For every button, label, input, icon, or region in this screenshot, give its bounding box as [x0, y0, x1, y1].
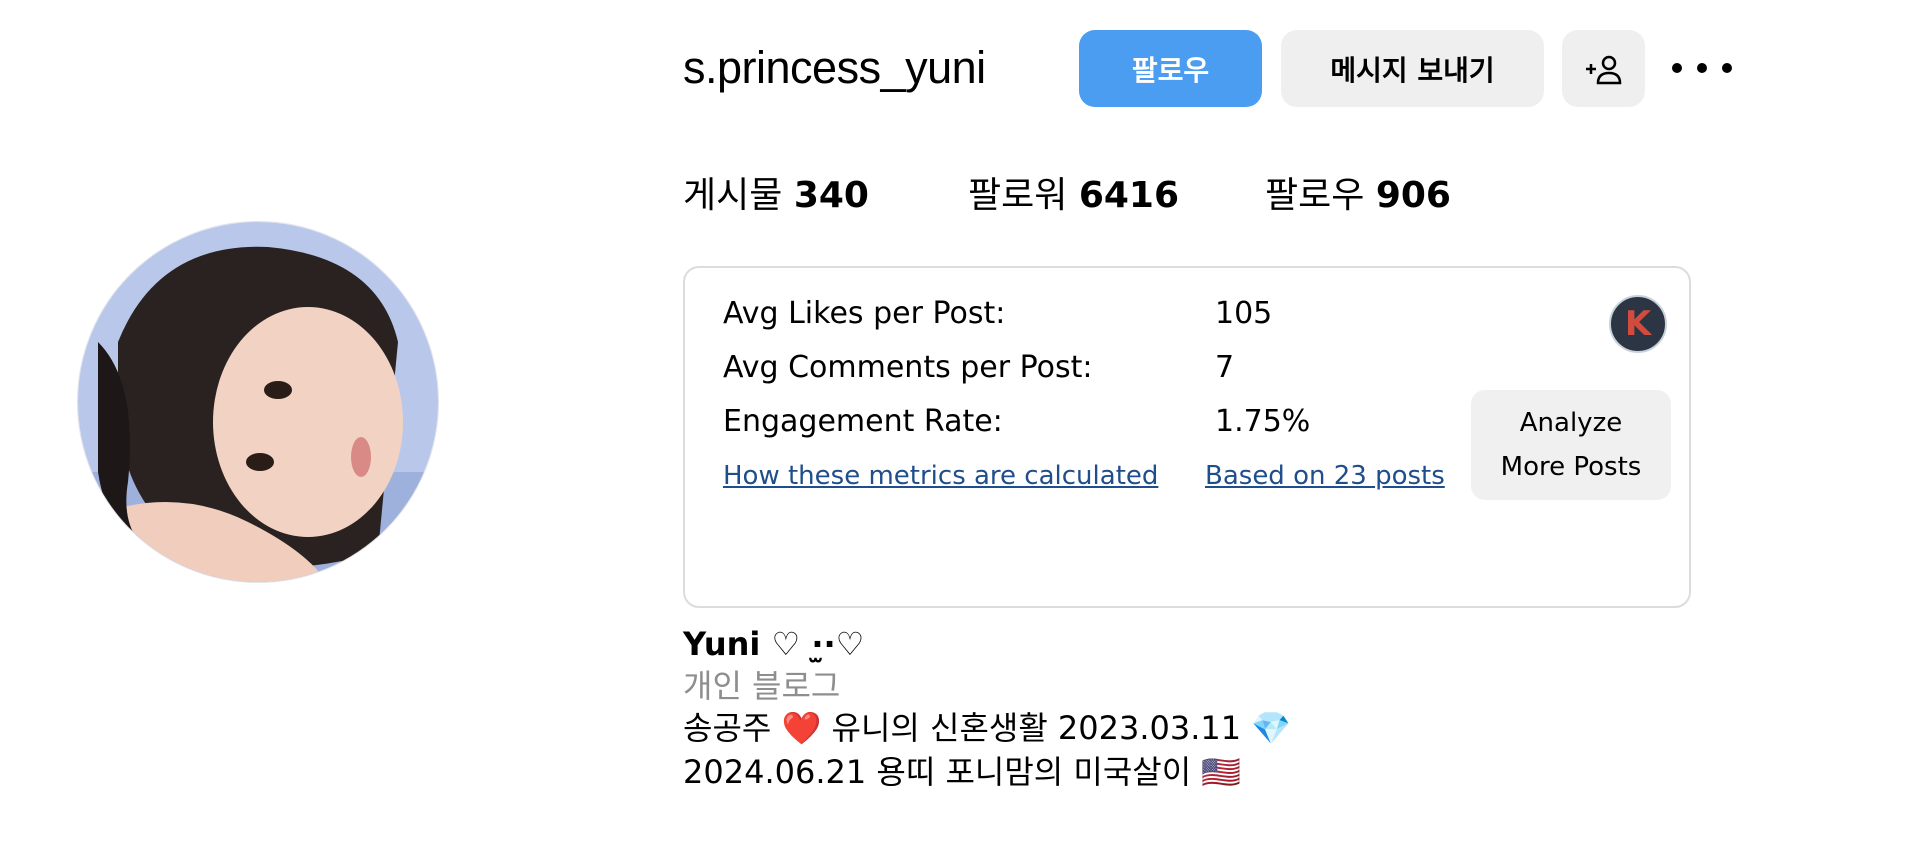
profile-username: s.princess_yuni: [683, 42, 986, 93]
followers-stat[interactable]: 팔로워 6416: [968, 172, 1179, 220]
extension-logo-icon[interactable]: K: [1609, 295, 1667, 353]
avg-likes-value: 105: [1215, 296, 1273, 331]
avg-comments-value: 7: [1215, 350, 1235, 385]
posts-stat: 게시물 340: [683, 172, 869, 220]
person-plus-icon: [1585, 55, 1621, 84]
metrics-explanation-link[interactable]: How these metrics are calculated: [723, 458, 1158, 494]
analyze-more-posts-button[interactable]: Analyze More Posts: [1471, 390, 1671, 500]
analyze-label-line2: More Posts: [1500, 452, 1642, 482]
posts-count: 340: [793, 175, 869, 216]
more-options-icon[interactable]: [1672, 58, 1732, 78]
avatar-photo: [78, 222, 438, 582]
dot: [1672, 63, 1682, 73]
following-count: 906: [1375, 175, 1451, 216]
bio-category: 개인 블로그: [683, 667, 841, 705]
avg-comments-label: Avg Comments per Post:: [723, 350, 1093, 385]
posts-sample-link[interactable]: Based on 23 posts: [1205, 458, 1445, 494]
posts-label: 게시물: [683, 175, 783, 216]
following-label: 팔로우: [1265, 175, 1365, 216]
followers-count: 6416: [1078, 175, 1180, 216]
analyze-label-line1: Analyze: [1519, 408, 1623, 438]
message-button[interactable]: 메시지 보내기: [1281, 30, 1544, 107]
bio-text-line: 2024.06.21 용띠 포니맘의 미국살이 🇺🇸: [683, 753, 1242, 791]
engagement-rate-value: 1.75%: [1215, 404, 1311, 439]
followers-label: 팔로워: [968, 175, 1068, 216]
profile-page: s.princess_yuni 팔로우 메시지 보내기 게시물 340 팔로워 …: [0, 0, 1920, 857]
analyze-button-label: Analyze More Posts: [1501, 401, 1642, 489]
engagement-rate-label: Engagement Rate:: [723, 404, 1003, 439]
bio-text-line: 송공주 ❤️ 유니의 신혼생활 2023.03.11 💎: [683, 709, 1292, 747]
dot: [1722, 63, 1732, 73]
following-stat[interactable]: 팔로우 906: [1265, 172, 1451, 220]
suggest-user-button[interactable]: [1562, 30, 1645, 107]
avg-likes-label: Avg Likes per Post:: [723, 296, 1006, 331]
profile-avatar[interactable]: [77, 221, 439, 583]
dot: [1697, 63, 1707, 73]
follow-button[interactable]: 팔로우: [1079, 30, 1262, 107]
engagement-metrics-card: Avg Likes per Post: 105 Avg Comments per…: [683, 266, 1691, 608]
bio-display-name: Yuni ♡ ·̫·♡: [683, 625, 865, 663]
